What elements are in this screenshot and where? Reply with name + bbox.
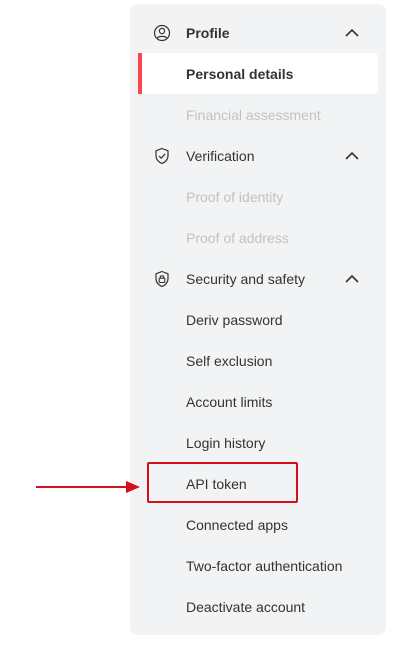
sidebar-item-proof-of-address: Proof of address <box>138 217 378 258</box>
annotation-highlight-box <box>147 462 298 503</box>
sidebar-item-personal-details[interactable]: Personal details <box>138 53 378 94</box>
section-header-security[interactable]: Security and safety <box>138 258 378 299</box>
sidebar-item-label: Self exclusion <box>186 352 273 369</box>
sidebar-item-login-history[interactable]: Login history <box>138 422 378 463</box>
sidebar-item-label: Personal details <box>186 65 294 82</box>
sidebar-item-self-exclusion[interactable]: Self exclusion <box>138 340 378 381</box>
chevron-up-icon[interactable] <box>344 148 360 164</box>
sidebar-item-label: Login history <box>186 434 266 451</box>
sidebar-item-label: Financial assessment <box>186 106 321 123</box>
shield-check-icon <box>155 147 169 164</box>
sidebar-item-deriv-password[interactable]: Deriv password <box>138 299 378 340</box>
section-label-profile: Profile <box>186 24 230 41</box>
sidebar-item-label: Proof of address <box>186 229 289 246</box>
sidebar-item-label: Two-factor authentication <box>186 557 343 574</box>
sidebar-item-connected-apps[interactable]: Connected apps <box>138 504 378 545</box>
sidebar-item-label: Deriv password <box>186 311 283 328</box>
sidebar-item-proof-of-identity: Proof of identity <box>138 176 378 217</box>
sidebar-item-financial-assessment: Financial assessment <box>138 94 378 135</box>
sidebar-item-two-factor-authentication[interactable]: Two-factor authentication <box>138 545 378 586</box>
sidebar-item-label: Deactivate account <box>186 598 306 615</box>
shield-lock-icon <box>155 270 169 287</box>
section-label-security: Security and safety <box>186 270 306 287</box>
section-header-verification[interactable]: Verification <box>138 135 378 176</box>
chevron-up-icon[interactable] <box>344 271 360 287</box>
sidebar-item-label: Connected apps <box>186 516 288 533</box>
section-header-profile[interactable]: Profile <box>138 12 378 53</box>
annotation-arrow-icon <box>36 481 140 493</box>
sidebar-item-deactivate-account[interactable]: Deactivate account <box>138 586 378 627</box>
profile-icon <box>153 24 171 41</box>
sidebar-item-label: Proof of identity <box>186 188 284 205</box>
section-label-verification: Verification <box>186 147 255 164</box>
sidebar-item-account-limits[interactable]: Account limits <box>138 381 378 422</box>
sidebar-item-label: Account limits <box>186 393 273 410</box>
chevron-up-icon[interactable] <box>344 25 360 41</box>
